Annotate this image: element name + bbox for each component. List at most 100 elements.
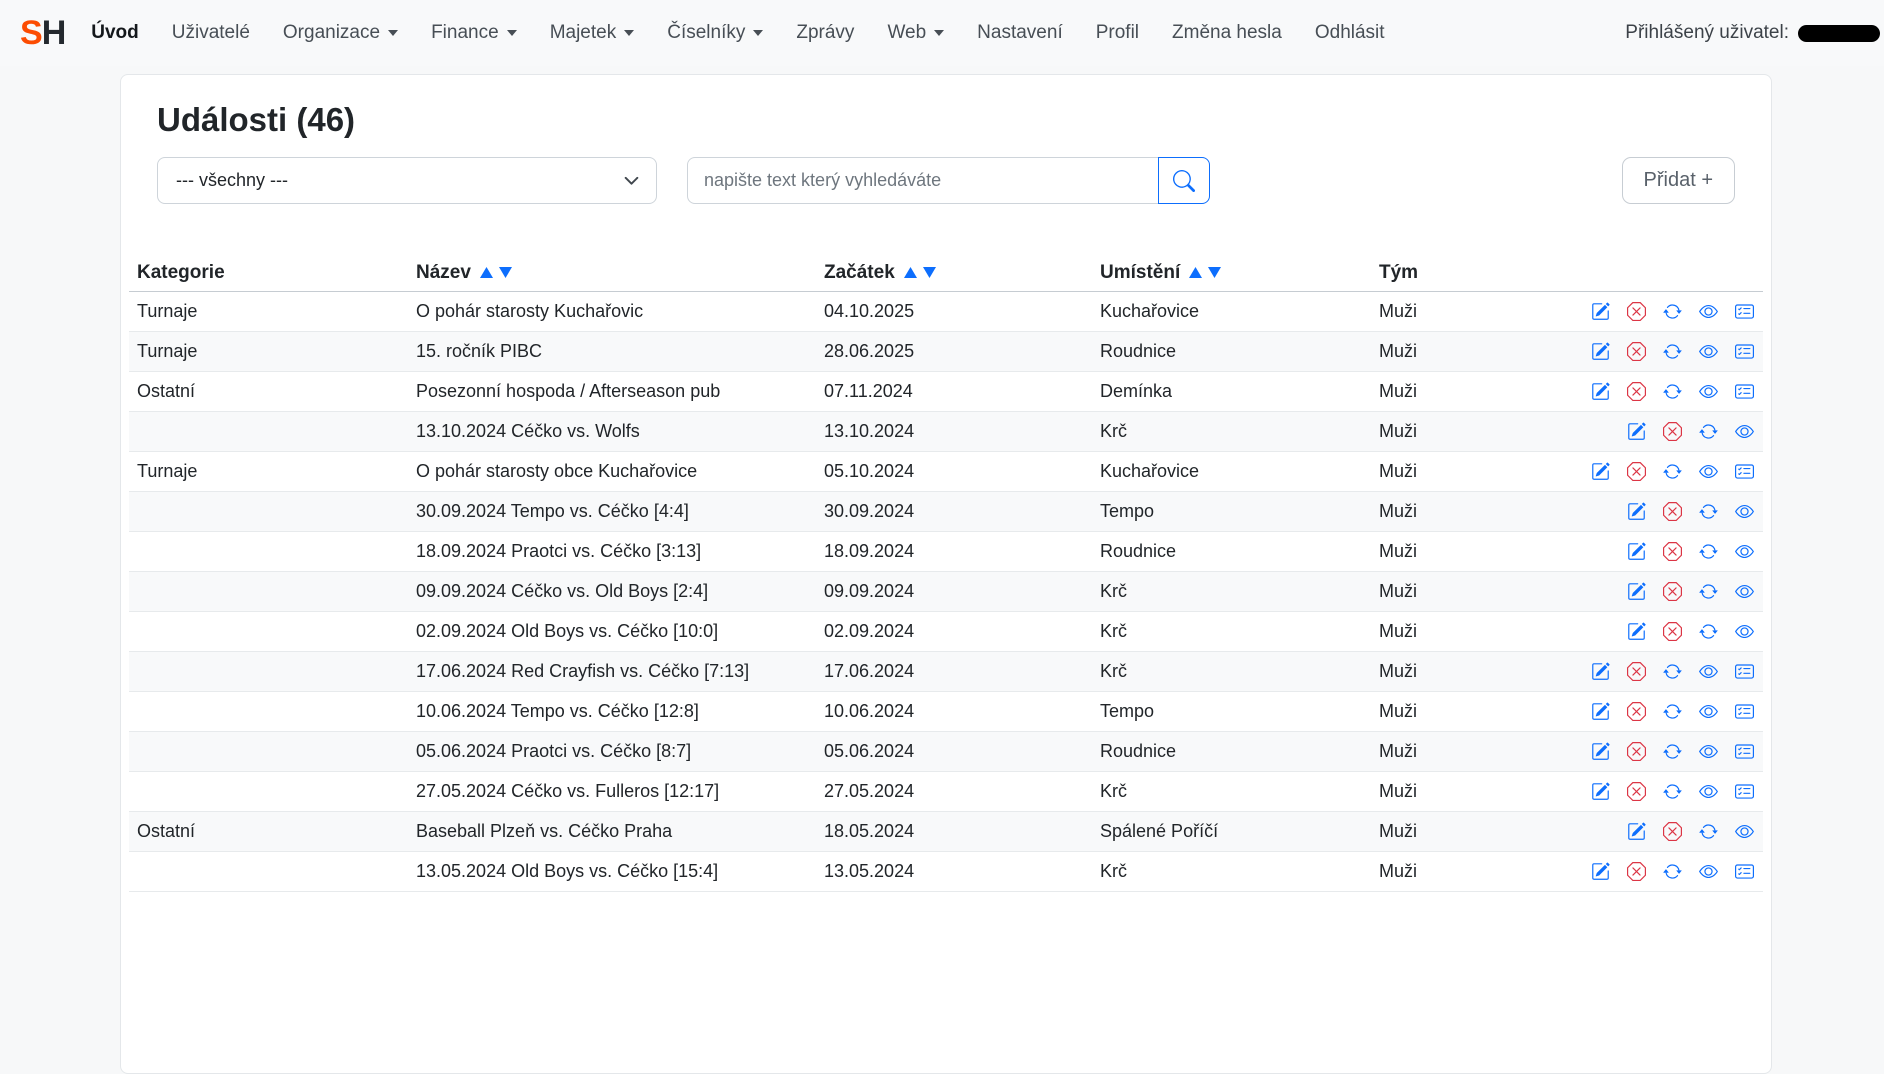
pencil-square-icon[interactable] [1591,702,1610,721]
column-header-label: Začátek [824,262,895,284]
x-octagon-icon[interactable] [1627,742,1646,761]
nav-item-10[interactable]: Změna hesla [1172,22,1282,44]
arrow-repeat-icon[interactable] [1663,302,1682,321]
eye-icon[interactable] [1699,382,1718,401]
nav-item-11[interactable]: Odhlásit [1315,22,1385,44]
pencil-square-icon[interactable] [1591,742,1610,761]
nav-item-7[interactable]: Web [887,22,944,44]
eye-icon[interactable] [1699,862,1718,881]
nav-item-0[interactable]: Úvod [91,22,139,44]
arrow-repeat-icon[interactable] [1663,702,1682,721]
cell-zacatek: 18.09.2024 [816,541,1092,562]
eye-icon[interactable] [1735,422,1754,441]
arrow-repeat-icon[interactable] [1663,342,1682,361]
x-octagon-icon[interactable] [1663,622,1682,641]
cell-nazev: 13.05.2024 Old Boys vs. Céčko [15:4] [408,861,816,882]
nav-item-6[interactable]: Zprávy [796,22,854,44]
search-input[interactable] [687,157,1159,204]
pencil-square-icon[interactable] [1591,782,1610,801]
eye-icon[interactable] [1699,782,1718,801]
x-octagon-icon[interactable] [1663,542,1682,561]
card-checklist-icon[interactable] [1735,702,1754,721]
x-octagon-icon[interactable] [1627,462,1646,481]
card-checklist-icon[interactable] [1735,742,1754,761]
x-octagon-icon[interactable] [1627,862,1646,881]
arrow-repeat-icon[interactable] [1663,662,1682,681]
arrow-repeat-icon[interactable] [1663,462,1682,481]
pencil-square-icon[interactable] [1627,622,1646,641]
eye-icon[interactable] [1735,502,1754,521]
x-octagon-icon[interactable] [1627,782,1646,801]
logged-in-user: Přihlášený uživatel: [1625,22,1880,44]
x-octagon-icon[interactable] [1627,662,1646,681]
pencil-square-icon[interactable] [1627,822,1646,841]
pencil-square-icon[interactable] [1591,302,1610,321]
search-button[interactable] [1158,157,1210,204]
arrow-repeat-icon[interactable] [1699,502,1718,521]
app-logo[interactable]: SH [20,14,65,53]
pencil-square-icon[interactable] [1627,542,1646,561]
eye-icon[interactable] [1699,462,1718,481]
row-actions [1551,422,1763,441]
x-octagon-icon[interactable] [1663,422,1682,441]
pencil-square-icon[interactable] [1627,582,1646,601]
card-checklist-icon[interactable] [1735,782,1754,801]
eye-icon[interactable] [1735,582,1754,601]
cell-nazev: 13.10.2024 Céčko vs. Wolfs [408,421,816,442]
nav-item-8[interactable]: Nastavení [977,22,1063,44]
x-octagon-icon[interactable] [1627,302,1646,321]
add-button[interactable]: Přidat + [1622,157,1735,204]
card-checklist-icon[interactable] [1735,862,1754,881]
nav-item-5[interactable]: Číselníky [667,22,763,44]
card-checklist-icon[interactable] [1735,662,1754,681]
pencil-square-icon[interactable] [1591,462,1610,481]
cell-umisteni: Krč [1092,581,1371,602]
pencil-square-icon[interactable] [1627,502,1646,521]
pencil-square-icon[interactable] [1591,382,1610,401]
nav-item-2[interactable]: Organizace [283,22,398,44]
sort-controls[interactable] [480,267,512,278]
pencil-square-icon[interactable] [1627,422,1646,441]
cell-umisteni: Spálené Poříčí [1092,821,1371,842]
column-header-3: Umístění [1092,262,1371,284]
arrow-repeat-icon[interactable] [1663,382,1682,401]
x-octagon-icon[interactable] [1663,822,1682,841]
card-checklist-icon[interactable] [1735,342,1754,361]
card-checklist-icon[interactable] [1735,462,1754,481]
arrow-repeat-icon[interactable] [1663,782,1682,801]
nav-item-3[interactable]: Finance [431,22,517,44]
arrow-repeat-icon[interactable] [1699,542,1718,561]
x-octagon-icon[interactable] [1627,342,1646,361]
eye-icon[interactable] [1699,302,1718,321]
arrow-repeat-icon[interactable] [1699,822,1718,841]
x-octagon-icon[interactable] [1627,382,1646,401]
eye-icon[interactable] [1735,622,1754,641]
category-filter-select[interactable]: --- všechny --- [157,157,657,204]
cell-kategorie: Ostatní [129,381,408,402]
eye-icon[interactable] [1699,342,1718,361]
eye-icon[interactable] [1735,822,1754,841]
arrow-repeat-icon[interactable] [1699,582,1718,601]
arrow-repeat-icon[interactable] [1663,862,1682,881]
eye-icon[interactable] [1699,742,1718,761]
sort-controls[interactable] [1189,267,1221,278]
x-octagon-icon[interactable] [1663,582,1682,601]
sort-controls[interactable] [904,267,936,278]
nav-item-1[interactable]: Uživatelé [172,22,250,44]
x-octagon-icon[interactable] [1627,702,1646,721]
table-row: Turnaje O pohár starosty Kuchařovic 04.1… [129,292,1763,332]
arrow-repeat-icon[interactable] [1699,622,1718,641]
eye-icon[interactable] [1699,662,1718,681]
arrow-repeat-icon[interactable] [1699,422,1718,441]
arrow-repeat-icon[interactable] [1663,742,1682,761]
x-octagon-icon[interactable] [1663,502,1682,521]
nav-item-4[interactable]: Majetek [550,22,635,44]
eye-icon[interactable] [1735,542,1754,561]
pencil-square-icon[interactable] [1591,862,1610,881]
nav-item-9[interactable]: Profil [1096,22,1139,44]
card-checklist-icon[interactable] [1735,382,1754,401]
pencil-square-icon[interactable] [1591,342,1610,361]
card-checklist-icon[interactable] [1735,302,1754,321]
pencil-square-icon[interactable] [1591,662,1610,681]
eye-icon[interactable] [1699,702,1718,721]
